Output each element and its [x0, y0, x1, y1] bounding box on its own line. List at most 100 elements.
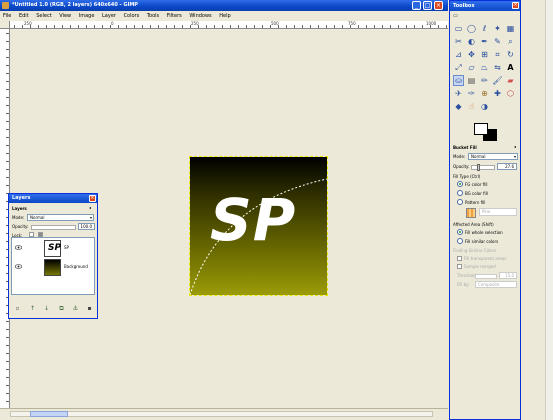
horizontal-scrollbar[interactable]: [10, 411, 433, 417]
blend-icon[interactable]: ▤: [466, 75, 477, 86]
fill-similar-colors-radio[interactable]: [457, 238, 463, 244]
heal-icon[interactable]: ✚: [492, 88, 503, 99]
sample-merged-checkbox[interactable]: [457, 264, 462, 269]
new-layer-icon[interactable]: ▫: [13, 304, 22, 313]
opacity-slider[interactable]: [31, 225, 76, 230]
mode-dropdown[interactable]: Normal ▾: [27, 214, 94, 221]
threshold-slider[interactable]: [475, 274, 497, 279]
clone-icon[interactable]: ⊕: [479, 88, 490, 99]
fill-mode-dropdown[interactable]: Normal ▾: [468, 153, 518, 160]
threshold-spinbox[interactable]: 15.0: [499, 272, 517, 279]
menu-view[interactable]: View: [56, 11, 74, 21]
shear-icon[interactable]: ▱: [466, 62, 477, 73]
select-by-color-icon[interactable]: ▦: [505, 23, 516, 34]
measure-icon[interactable]: ⊿: [453, 49, 464, 60]
pattern-fill-radio[interactable]: [457, 199, 463, 205]
move-icon[interactable]: ✥: [466, 49, 477, 60]
ellipse-select-icon[interactable]: ◯: [466, 23, 477, 34]
toolbox-titlebar[interactable]: Toolbox: [450, 1, 520, 11]
layers-tab-label[interactable]: Layers: [12, 206, 27, 211]
lower-layer-icon[interactable]: ↓: [42, 304, 51, 313]
convolve-icon[interactable]: ◆: [453, 101, 464, 112]
eraser-icon[interactable]: ▰: [505, 75, 516, 86]
fill-opacity-slider[interactable]: [471, 165, 495, 170]
menu-layer[interactable]: Layer: [99, 11, 119, 21]
layers-close-button[interactable]: ×: [89, 195, 96, 202]
fill-opacity-spinbox[interactable]: 27.6: [497, 163, 517, 170]
flip-icon[interactable]: ⇋: [492, 62, 503, 73]
gimp-app-icon: [2, 2, 9, 9]
layer-row-sp[interactable]: SP SP: [12, 239, 94, 258]
layer-name[interactable]: SP: [64, 245, 69, 250]
menu-help[interactable]: Help: [216, 11, 233, 21]
delete-layer-icon[interactable]: ▪: [85, 304, 94, 313]
zoom-icon[interactable]: ⌕: [505, 36, 516, 47]
perspective-clone-icon[interactable]: ⬡: [505, 88, 516, 99]
menu-colors[interactable]: Colors: [121, 11, 143, 21]
layers-titlebar[interactable]: Layers: [9, 194, 97, 203]
tab-menu-icon[interactable]: ◂: [89, 205, 91, 210]
layer-row-background[interactable]: Background: [12, 258, 94, 277]
eye-icon[interactable]: [15, 264, 22, 269]
foreground-select-icon[interactable]: ◐: [466, 36, 477, 47]
scissors-icon[interactable]: ✂: [453, 36, 464, 47]
menu-tools[interactable]: Tools: [144, 11, 162, 21]
pattern-swatch[interactable]: [466, 208, 476, 218]
free-select-icon[interactable]: ℓ: [479, 23, 490, 34]
paths-icon[interactable]: ✒: [479, 36, 490, 47]
rotate-icon[interactable]: ↻: [505, 49, 516, 60]
bg-fill-radio[interactable]: [457, 190, 463, 196]
desktop-scrollbar[interactable]: [545, 0, 553, 420]
perspective-icon[interactable]: ⏢: [479, 62, 490, 73]
fuzzy-select-icon[interactable]: ✦: [492, 23, 503, 34]
menu-filters[interactable]: Filters: [164, 11, 185, 21]
minimize-button[interactable]: _: [412, 1, 421, 10]
smudge-icon[interactable]: ☝: [466, 101, 477, 112]
menu-file[interactable]: File: [0, 11, 14, 21]
eye-icon[interactable]: [15, 245, 22, 250]
layer-name[interactable]: Background: [64, 264, 88, 269]
ruler-tick: [6, 177, 9, 178]
raise-layer-icon[interactable]: ↑: [28, 304, 37, 313]
fill-similar-colors-label[interactable]: Fill similar colors: [465, 239, 498, 244]
rect-select-icon[interactable]: ▭: [453, 23, 464, 34]
scale-icon[interactable]: ⤢: [453, 62, 464, 73]
menu-image[interactable]: Image: [76, 11, 98, 21]
menu-windows[interactable]: Windows: [186, 11, 214, 21]
horizontal-ruler[interactable]: 250 0 250 500 750 1000: [10, 21, 448, 29]
anchor-layer-icon[interactable]: ⚓: [71, 304, 80, 313]
toolbox-close-button[interactable]: ×: [512, 2, 519, 9]
align-icon[interactable]: ⊞: [479, 49, 490, 60]
fill-opacity-slider-thumb[interactable]: [476, 164, 480, 171]
airbrush-icon[interactable]: ✈: [453, 88, 464, 99]
close-button[interactable]: ×: [434, 1, 443, 10]
pattern-fill-label[interactable]: Pattern fill: [465, 200, 485, 205]
paintbrush-icon[interactable]: 🖌: [492, 75, 503, 86]
maximize-button[interactable]: □: [423, 1, 432, 10]
menu-edit[interactable]: Edit: [16, 11, 32, 21]
ruler-corner[interactable]: [0, 21, 10, 29]
foreground-color-swatch[interactable]: [474, 123, 488, 135]
duplicate-layer-icon[interactable]: ⧉: [57, 304, 66, 313]
fill-whole-selection-radio[interactable]: [457, 229, 463, 235]
color-picker-icon[interactable]: ✎: [492, 36, 503, 47]
bucket-fill-icon[interactable]: ⛀: [453, 75, 464, 86]
text-tool-icon[interactable]: A: [505, 62, 516, 73]
tab-menu-icon[interactable]: ◂: [514, 144, 516, 149]
horizontal-scroll-thumb[interactable]: [30, 411, 68, 417]
bg-fill-label[interactable]: BG color fill: [465, 191, 488, 196]
fill-transparent-checkbox[interactable]: [457, 256, 462, 261]
pattern-name-field[interactable]: Pine: [479, 208, 517, 216]
image-canvas[interactable]: SP: [189, 156, 328, 296]
crop-icon[interactable]: ⌗: [492, 49, 503, 60]
pencil-icon[interactable]: ✏: [479, 75, 490, 86]
menu-select[interactable]: Select: [33, 11, 54, 21]
fill-whole-selection-label[interactable]: Fill whole selection: [465, 230, 503, 235]
opacity-spinbox[interactable]: 100.0: [78, 223, 95, 230]
ink-icon[interactable]: ✑: [466, 88, 477, 99]
toolbox-file-icon[interactable]: ▭: [453, 13, 458, 19]
fg-fill-label[interactable]: FG color fill: [465, 182, 488, 187]
dodge-burn-icon[interactable]: ◑: [479, 101, 490, 112]
fill-by-dropdown[interactable]: Composite: [475, 281, 517, 288]
fg-fill-radio[interactable]: [457, 181, 463, 187]
